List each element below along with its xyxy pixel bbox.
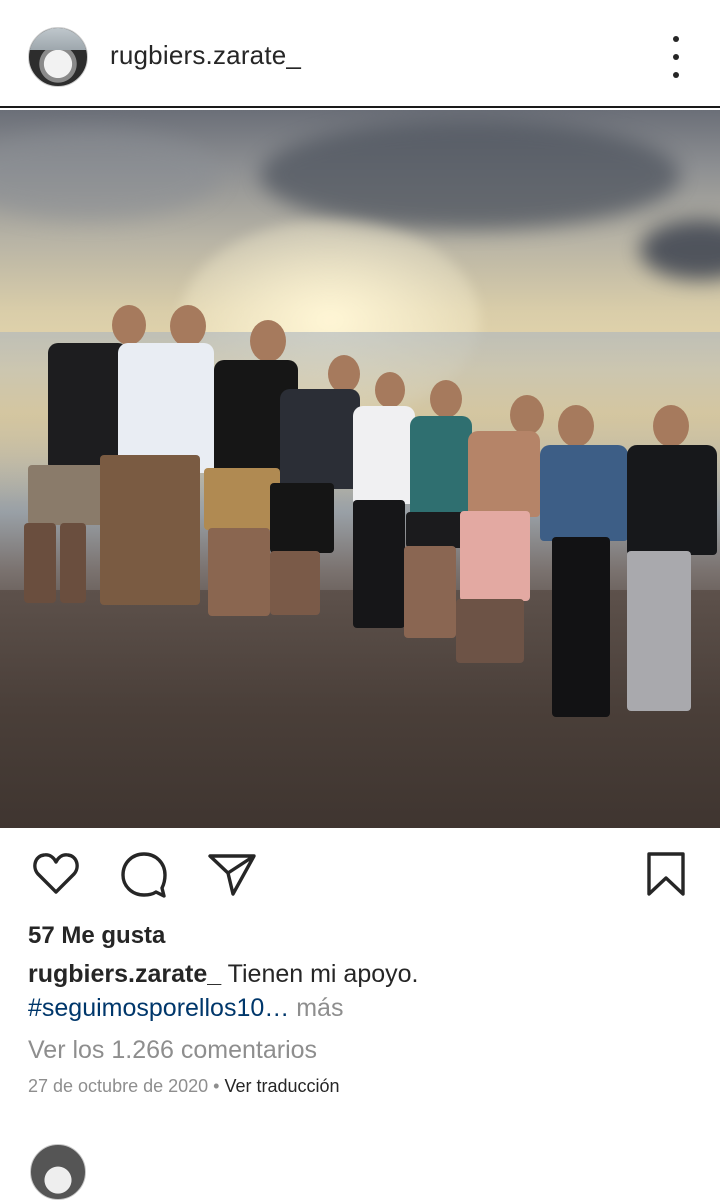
like-button[interactable] xyxy=(30,848,82,900)
bookmark-icon xyxy=(647,852,685,896)
caption-username[interactable]: rugbiers.zarate_ xyxy=(28,960,221,988)
post-header: rugbiers.zarate_ xyxy=(0,0,720,108)
post-caption: rugbiers.zarate_ Tienen mi apoyo. xyxy=(28,960,419,989)
comment-bubble-icon xyxy=(121,852,167,898)
translate-link[interactable]: Ver traducción xyxy=(225,1076,340,1096)
view-comments-link[interactable]: Ver los 1.266 comentarios xyxy=(28,1036,317,1065)
caption-text: Tienen mi apoyo. xyxy=(227,960,419,988)
post-username[interactable]: rugbiers.zarate_ xyxy=(110,40,301,71)
hashtag-link[interactable]: #seguimosporellos10… xyxy=(28,994,289,1022)
more-vertical-icon xyxy=(673,36,679,42)
profile-avatar[interactable] xyxy=(28,27,88,87)
comment-button[interactable] xyxy=(118,848,170,900)
likes-count[interactable]: 57 Me gusta xyxy=(28,922,165,950)
share-button[interactable] xyxy=(206,848,258,900)
post-photo[interactable] xyxy=(0,110,720,828)
heart-icon xyxy=(33,853,79,894)
save-button[interactable] xyxy=(640,848,692,900)
post-actions xyxy=(0,848,720,904)
post-date: 27 de octubre de 2020 xyxy=(28,1076,209,1096)
post-meta: 27 de octubre de 2020 • Ver traducción xyxy=(28,1076,340,1097)
meta-separator: • xyxy=(213,1076,220,1096)
next-post-avatar[interactable] xyxy=(30,1144,86,1200)
caption-hashtags: #seguimosporellos10… más xyxy=(28,994,343,1023)
paper-plane-icon xyxy=(208,854,256,896)
more-options-button[interactable] xyxy=(660,36,692,78)
more-link[interactable]: más xyxy=(296,994,343,1022)
